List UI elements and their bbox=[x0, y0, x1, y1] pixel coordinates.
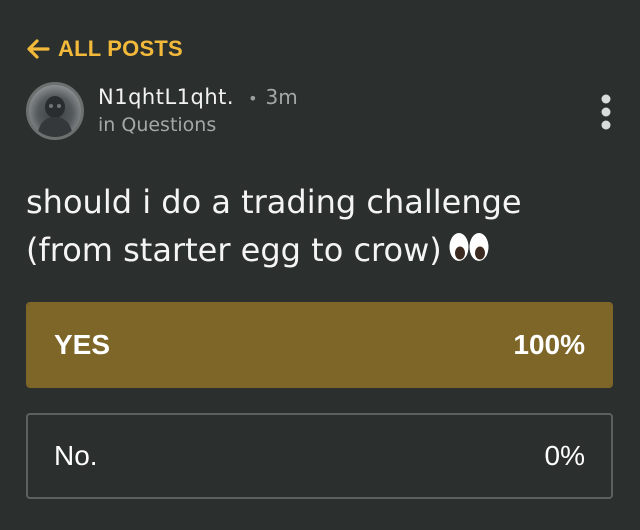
avatar-image bbox=[37, 96, 73, 137]
poll-option-percent: 100% bbox=[513, 329, 585, 360]
post-author-header: N1qhtL1qht. • 3m in Questions bbox=[26, 82, 616, 142]
post-time: 3m bbox=[265, 85, 298, 109]
separator-dot: • bbox=[248, 89, 258, 108]
more-options-button[interactable] bbox=[598, 90, 614, 134]
post-question: should i do a trading challenge (from st… bbox=[26, 178, 616, 276]
poll-option-no[interactable]: No. 0% bbox=[26, 413, 613, 499]
post-category[interactable]: in Questions bbox=[98, 114, 216, 136]
avatar[interactable] bbox=[26, 82, 84, 140]
poll-option-label: No. bbox=[54, 440, 98, 471]
arrow-left-icon bbox=[26, 38, 50, 60]
poll-option-label: YES bbox=[54, 329, 111, 360]
all-posts-link[interactable]: ALL POSTS bbox=[26, 36, 183, 62]
all-posts-label: ALL POSTS bbox=[58, 36, 183, 61]
author-name[interactable]: N1qhtL1qht. bbox=[98, 85, 234, 109]
poll-option-percent: 0% bbox=[544, 440, 585, 471]
more-vertical-icon bbox=[601, 94, 611, 130]
poll-option-yes[interactable]: YES 100% bbox=[26, 302, 613, 388]
eyes-emoji-icon bbox=[448, 228, 490, 276]
